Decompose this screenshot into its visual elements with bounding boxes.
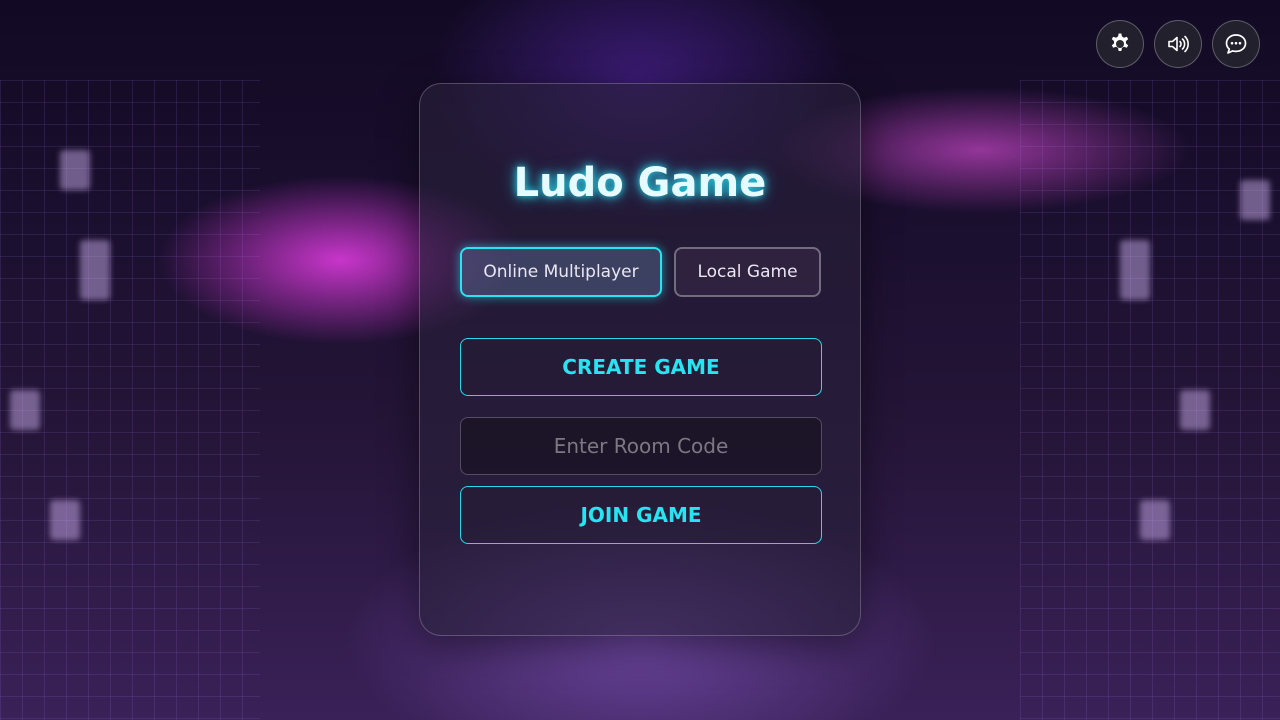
game-background: Ludo Game Online Multiplayer Local Game … [0,0,1280,720]
local-game-button[interactable]: Local Game [674,247,821,297]
game-title: Ludo Game [513,160,767,206]
sound-button[interactable] [1154,20,1202,68]
speaker-icon [1168,35,1189,53]
background-light [1140,500,1170,540]
background-light [1120,240,1150,300]
background-light [10,390,40,430]
chat-icon [1225,34,1247,54]
online-multiplayer-button[interactable]: Online Multiplayer [460,247,662,297]
settings-button[interactable] [1096,20,1144,68]
join-game-button[interactable]: JOIN GAME [460,486,822,544]
background-light [80,240,110,300]
chat-button[interactable] [1212,20,1260,68]
gear-icon [1111,33,1129,51]
background-light [50,500,80,540]
background-light [1180,390,1210,430]
room-code-input[interactable] [460,417,822,475]
create-game-button[interactable]: CREATE GAME [460,338,822,396]
